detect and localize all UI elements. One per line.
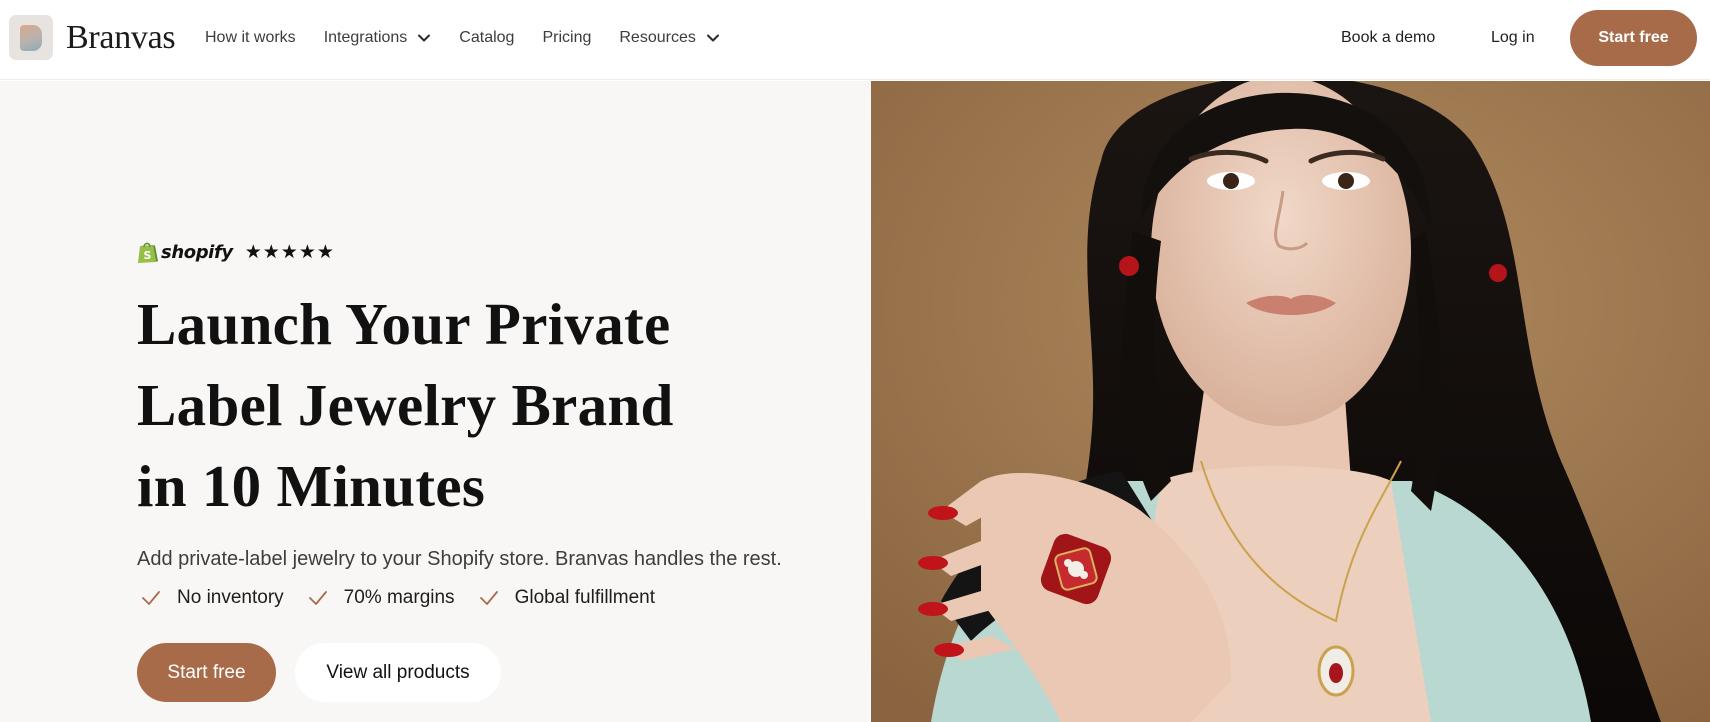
start-free-button[interactable]: Start free bbox=[1570, 10, 1697, 66]
login-link[interactable]: Log in bbox=[1491, 26, 1535, 50]
nav-integrations[interactable]: Integrations bbox=[324, 29, 432, 47]
star-rating: ★★★★★ bbox=[244, 241, 335, 263]
nav-label: Integrations bbox=[323, 29, 408, 46]
nav-how-it-works[interactable]: How it works bbox=[205, 29, 296, 47]
svg-text:S: S bbox=[144, 249, 152, 262]
benefit-item: No inventory bbox=[141, 587, 284, 609]
hero-start-free-button[interactable]: Start free bbox=[137, 643, 276, 702]
site-header: Branvas How it works Integrations Catalo… bbox=[0, 0, 1710, 80]
benefit-label: 70% margins bbox=[343, 587, 455, 608]
shopify-wordmark: shopify bbox=[161, 241, 233, 263]
nav-catalog[interactable]: Catalog bbox=[459, 29, 514, 47]
check-icon bbox=[308, 588, 328, 608]
hero-model-photo bbox=[871, 81, 1710, 722]
model-photo-illustration bbox=[871, 81, 1710, 722]
nav-label: Pricing bbox=[542, 29, 592, 46]
nav-label: How it works bbox=[205, 29, 296, 46]
shopify-bag-icon: S bbox=[137, 240, 158, 264]
main-nav: How it works Integrations Catalog Pricin… bbox=[205, 26, 748, 50]
headline-line: Label Jewelry Brand bbox=[137, 372, 674, 438]
nav-resources[interactable]: Resources bbox=[619, 29, 719, 47]
check-icon bbox=[141, 588, 161, 608]
shopify-rating-badge: S shopify ★★★★★ bbox=[137, 240, 335, 264]
book-demo-link[interactable]: Book a demo bbox=[1341, 26, 1435, 50]
chevron-down-icon bbox=[706, 31, 720, 45]
branvas-logo-icon[interactable] bbox=[9, 15, 53, 60]
nav-label: Resources bbox=[619, 29, 696, 46]
benefit-list: No inventory 70% margins Global fulfillm… bbox=[141, 587, 679, 609]
hero-subtext: Add private-label jewelry to your Shopif… bbox=[137, 548, 782, 570]
chevron-down-icon bbox=[417, 31, 431, 45]
view-all-products-button[interactable]: View all products bbox=[295, 643, 501, 702]
nav-label: Catalog bbox=[459, 29, 515, 46]
check-icon bbox=[479, 588, 499, 608]
headline-line: in 10 Minutes bbox=[137, 453, 486, 519]
benefit-label: Global fulfillment bbox=[514, 587, 656, 608]
benefit-item: 70% margins bbox=[308, 587, 455, 609]
headline-line: Launch Your Private bbox=[137, 291, 671, 357]
brand-name[interactable]: Branvas bbox=[66, 16, 176, 60]
nav-pricing[interactable]: Pricing bbox=[542, 29, 591, 47]
benefit-item: Global fulfillment bbox=[479, 587, 655, 609]
benefit-label: No inventory bbox=[177, 587, 284, 608]
hero-headline: Launch Your Private Label Jewelry Brand … bbox=[137, 284, 837, 527]
